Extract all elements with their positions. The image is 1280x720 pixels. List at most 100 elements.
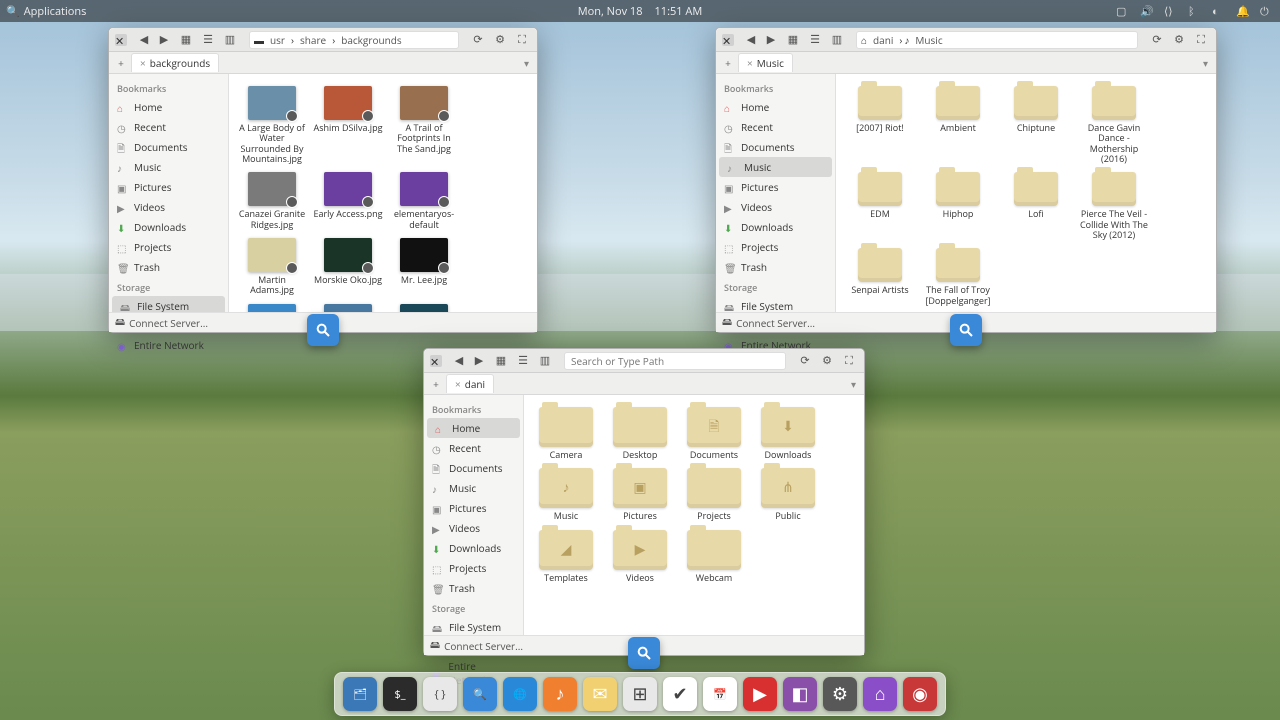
sidebar-item-projects[interactable]: ⬚Projects [716,237,835,257]
close-button[interactable]: ✕ [722,34,734,46]
file-item[interactable]: Nattu Adnan.jpg [235,302,309,312]
folder-item[interactable]: ▶Videos [604,528,676,585]
dock-tasks[interactable]: ✔ [663,677,697,711]
folder-item[interactable]: Projects [678,466,750,523]
file-item[interactable]: Early Access.png [311,170,385,232]
sidebar-item-recent[interactable]: ◷Recent [424,438,523,458]
sidebar-item-home[interactable]: ⌂Home [427,418,520,438]
menu-icon[interactable]: ⚙ [491,31,509,49]
dock-mail[interactable]: ✉ [583,677,617,711]
folder-item[interactable]: ⬇Downloads [752,405,824,462]
close-button[interactable]: ✕ [430,355,442,367]
sidebar-item-documents[interactable]: 🗎Documents [424,458,523,478]
maximize-button[interactable]: ⛶ [513,31,531,49]
sidebar-item-trash[interactable]: 🗑Trash [424,578,523,598]
sidebar-item-home[interactable]: ⌂Home [716,97,835,117]
folder-item[interactable]: Pierce The Veil - Collide With The Sky (… [1076,170,1152,242]
file-item[interactable]: Martin Adams.jpg [235,236,309,298]
folder-item[interactable]: The Fall of Troy [Doppelganger] [920,246,996,308]
notifications-icon[interactable]: 🔔 [1236,4,1250,18]
home-icon[interactable]: ▬ [254,33,264,47]
file-item[interactable]: A Large Body of Water Surrounded By Moun… [235,84,309,166]
network-icon[interactable]: ⟨⟩ [1164,4,1178,18]
file-item[interactable]: Ashim DSilva.jpg [311,84,385,166]
folder-item[interactable]: Lofi [998,170,1074,242]
view-grid-icon[interactable]: ▦ [492,352,510,370]
sidebar-item-videos[interactable]: ▶Videos [424,518,523,538]
folder-item[interactable]: EDM [842,170,918,242]
dock-web[interactable]: 🌐 [503,677,537,711]
maximize-button[interactable]: ⛶ [1192,31,1210,49]
home-icon[interactable]: ⌂ [861,33,867,47]
folder-item[interactable]: Desktop [604,405,676,462]
view-list-icon[interactable]: ☰ [806,31,824,49]
folder-item[interactable]: Dance Gavin Dance - Mothership (2016) [1076,84,1152,166]
menu-icon[interactable]: ⚙ [1170,31,1188,49]
sidebar-item-documents[interactable]: 🗎Documents [716,137,835,157]
bluetooth-icon[interactable]: ᛒ [1188,4,1202,18]
tab-overflow-icon[interactable]: ▾ [851,377,860,391]
dock-files[interactable]: 🗂 [343,677,377,711]
reload-icon[interactable]: ⟳ [1148,31,1166,49]
pathbar[interactable]: ⌂ dani› ♪ Music [856,31,1138,49]
panel-date[interactable]: Mon, Nov 18 [578,4,643,19]
sidebar-item-downloads[interactable]: ⬇Downloads [716,217,835,237]
new-tab-button[interactable]: + [428,377,444,391]
connect-server[interactable]: Connect Server... [444,639,523,653]
sidebar-item-recent[interactable]: ◷Recent [716,117,835,137]
sidebar-item-pictures[interactable]: ▣Pictures [424,498,523,518]
sidebar-item-trash[interactable]: 🗑Trash [109,257,228,277]
view-grid-icon[interactable]: ▦ [177,31,195,49]
panel-time[interactable]: 11:51 AM [655,4,703,19]
sidebar-item-projects[interactable]: ⬚Projects [424,558,523,578]
reload-icon[interactable]: ⟳ [469,31,487,49]
sidebar-item-home[interactable]: ⌂Home [109,97,228,117]
search-icon[interactable]: 🔍 [6,4,20,19]
tab-music[interactable]: × Music [738,53,793,72]
folder-item[interactable]: 🗎Documents [678,405,750,462]
sidebar-item-filesystem[interactable]: 🖴File System [424,617,523,637]
file-item[interactable]: elementaryos-default [387,170,461,232]
tab-overflow-icon[interactable]: ▾ [524,56,533,70]
new-tab-button[interactable]: + [113,56,129,70]
session-icon[interactable]: ⏻ [1260,4,1274,18]
folder-item[interactable]: Senpai Artists [842,246,918,308]
sidebar-item-pictures[interactable]: ▣Pictures [109,177,228,197]
menu-icon[interactable]: ⚙ [818,352,836,370]
folder-item[interactable]: Hiphop [920,170,996,242]
file-item[interactable]: Canazei Granite Ridges.jpg [235,170,309,232]
file-item[interactable]: odin.jpg [311,302,385,312]
forward-button[interactable]: ▶ [155,31,173,49]
file-item[interactable]: Mr. Lee.jpg [387,236,461,298]
sidebar-item-documents[interactable]: 🗎Documents [109,137,228,157]
folder-item[interactable]: ▣Pictures [604,466,676,523]
view-column-icon[interactable]: ▥ [221,31,239,49]
reload-icon[interactable]: ⟳ [796,352,814,370]
folder-item[interactable]: Chiptune [998,84,1074,166]
view-grid-icon[interactable]: ▦ [784,31,802,49]
connect-server[interactable]: Connect Server... [736,316,815,330]
sidebar-item-trash[interactable]: 🗑Trash [716,257,835,277]
volume-icon[interactable]: 🔊 [1140,4,1154,18]
dock-screenshot[interactable]: ◉ [903,677,937,711]
file-item[interactable]: A Trail of Footprints In The Sand.jpg [387,84,461,166]
dock-calendar[interactable]: 📅 [703,677,737,711]
display-icon[interactable]: ▢ [1116,4,1130,18]
spotlight-search[interactable] [628,637,660,669]
dock-appcenter[interactable]: ⌂ [863,677,897,711]
folder-item[interactable]: [2007] Riot! [842,84,918,166]
tab-overflow-icon[interactable]: ▾ [1203,56,1212,70]
tab-home[interactable]: × dani [446,374,494,393]
folder-item[interactable]: Camera [530,405,602,462]
folder-item[interactable]: ◢Templates [530,528,602,585]
sidebar-item-entire-network[interactable]: ◉Entire Network [109,335,228,355]
dock-videos[interactable]: ▶ [743,677,777,711]
tab-close-icon[interactable]: × [140,56,146,70]
back-button[interactable]: ◀ [450,352,468,370]
file-item[interactable]: Morskie Oko.jpg [311,236,385,298]
dock-settings[interactable]: ⚙ [823,677,857,711]
dock-terminal[interactable]: $_ [383,677,417,711]
back-button[interactable]: ◀ [135,31,153,49]
sidebar-item-recent[interactable]: ◷Recent [109,117,228,137]
close-button[interactable]: ✕ [115,34,127,46]
